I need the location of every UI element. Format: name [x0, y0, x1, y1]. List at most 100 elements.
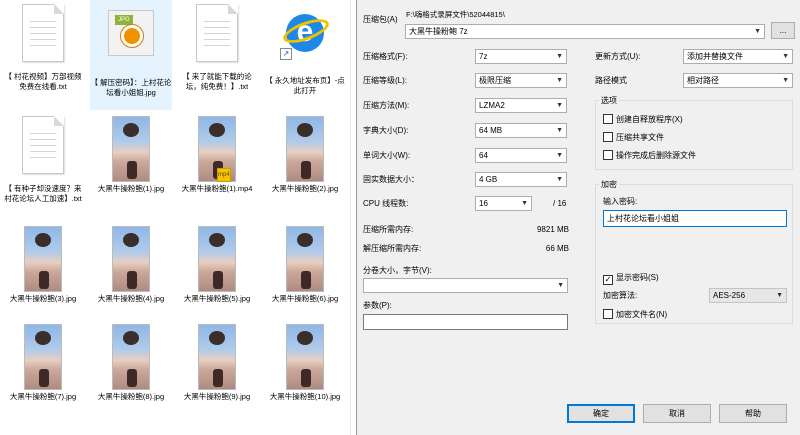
- method-select[interactable]: LZMA2 ▼: [475, 98, 567, 113]
- encrypt-names-checkbox[interactable]: 加密文件名(N): [603, 309, 667, 320]
- file-item[interactable]: JPG 【 解压密码】：上村花论坛看小姐姐.jpg: [90, 0, 172, 110]
- method-label: 压缩方法(M):: [363, 101, 410, 110]
- chevron-down-icon: ▼: [782, 53, 789, 60]
- chevron-down-icon: ▼: [521, 200, 528, 207]
- archive-label: 压缩包(A): [363, 15, 398, 24]
- password-label: 输入密码:: [603, 197, 638, 206]
- cpu-threads-label: CPU 线程数:: [363, 199, 409, 208]
- jpg-file-icon: JPG: [105, 10, 157, 76]
- file-item[interactable]: 大黑牛操粉鲍(5).jpg: [176, 222, 258, 318]
- file-explorer-view: 【 村花视频】万部视频免费在线看.txt JPG 【 解压密码】：上村花论坛看小…: [0, 0, 350, 435]
- file-name: 大黑牛操粉鲍(4).jpg: [97, 294, 165, 303]
- file-name: 【 永久地址发布页】-点此打开: [265, 76, 345, 95]
- split-volume-combo[interactable]: ▼: [363, 278, 568, 293]
- archive-name-value: 大黑牛操粉鲍 7z: [409, 27, 468, 36]
- level-select[interactable]: 极限压缩 ▼: [475, 73, 567, 88]
- chevron-down-icon: ▼: [556, 102, 563, 109]
- checkbox-box: [603, 309, 613, 319]
- image-thumbnail: [105, 324, 157, 390]
- encryption-method-label: 加密算法:: [603, 291, 638, 300]
- word-size-label: 单词大小(W):: [363, 151, 411, 160]
- word-size-select[interactable]: 64 ▼: [475, 148, 567, 163]
- chevron-down-icon: ▼: [556, 53, 563, 60]
- file-item[interactable]: 【 村花视频】万部视频免费在线看.txt: [2, 0, 84, 110]
- file-name: 【 来了就能下载的论坛，纯免费！】.txt: [182, 72, 252, 91]
- file-name: 大黑牛操粉鲍(8).jpg: [97, 392, 165, 401]
- show-password-checkbox[interactable]: ✓ 显示密码(S): [603, 272, 659, 285]
- text-file-icon: [17, 4, 69, 70]
- format-select[interactable]: 7z ▼: [475, 49, 567, 64]
- ok-button[interactable]: 确定: [567, 404, 635, 423]
- decompress-memory-label: 解压缩所需内存:: [363, 244, 422, 253]
- dictionary-label: 字典大小(D):: [363, 126, 409, 135]
- video-badge-icon: mp4: [217, 168, 231, 182]
- compress-shared-checkbox[interactable]: 压缩共享文件: [603, 132, 664, 143]
- add-to-archive-dialog: 压缩包(A) F:\嗨格式录屏文件\52044815\ 大黑牛操粉鲍 7z ▼ .…: [356, 0, 800, 435]
- checkbox-box: [603, 150, 613, 160]
- path-mode-select[interactable]: 相对路径 ▼: [683, 73, 793, 88]
- text-file-icon: [17, 116, 69, 182]
- solid-size-select[interactable]: 4 GB ▼: [475, 172, 567, 187]
- file-item[interactable]: 【 有种子却没速度？来村花论坛人工加速】.txt: [2, 112, 84, 220]
- file-name: 【 村花视频】万部视频免费在线看.txt: [4, 72, 82, 91]
- text-file-icon: [191, 4, 243, 70]
- parameters-input[interactable]: [363, 314, 568, 330]
- file-item[interactable]: 大黑牛操粉鲍(6).jpg: [264, 222, 346, 318]
- file-name: 大黑牛操粉鲍(1).mp4: [181, 184, 253, 193]
- file-item[interactable]: 大黑牛操粉鲍(2).jpg: [264, 112, 346, 220]
- level-label: 压缩等级(L):: [363, 76, 407, 85]
- format-label: 压缩格式(F):: [363, 52, 408, 61]
- file-name: 大黑牛操粉鲍(6).jpg: [271, 294, 339, 303]
- image-thumbnail: [17, 324, 69, 390]
- update-mode-select[interactable]: 添加并替换文件 ▼: [683, 49, 793, 64]
- file-item[interactable]: mp4 大黑牛操粉鲍(1).mp4: [176, 112, 258, 220]
- file-name: 大黑牛操粉鲍(9).jpg: [183, 392, 251, 401]
- solid-size-label: 固实数据大小：: [363, 175, 419, 184]
- help-button[interactable]: 帮助: [719, 404, 787, 423]
- image-thumbnail: [191, 226, 243, 292]
- image-thumbnail: [279, 226, 331, 292]
- image-thumbnail: [191, 324, 243, 390]
- file-name: 大黑牛操粉鲍(5).jpg: [183, 294, 251, 303]
- cancel-button[interactable]: 取消: [643, 404, 711, 423]
- file-item[interactable]: 大黑牛操粉鲍(4).jpg: [90, 222, 172, 318]
- file-item[interactable]: 大黑牛操粉鲍(10).jpg: [264, 320, 346, 416]
- file-item[interactable]: e ↗ 【 永久地址发布页】-点此打开: [264, 0, 346, 110]
- image-thumbnail: [105, 116, 157, 182]
- file-item[interactable]: 大黑牛操粉鲍(9).jpg: [176, 320, 258, 416]
- chevron-down-icon: ▼: [556, 127, 563, 134]
- chevron-down-icon: ▼: [556, 152, 563, 159]
- file-name: 大黑牛操粉鲍(7).jpg: [9, 392, 77, 401]
- checkmark-icon: ✓: [603, 275, 613, 285]
- encryption-title: 加密: [599, 180, 619, 190]
- chevron-down-icon: ▼: [556, 77, 563, 84]
- update-mode-label: 更新方式(U):: [595, 52, 641, 61]
- file-item[interactable]: 大黑牛操粉鲍(8).jpg: [90, 320, 172, 416]
- split-volume-label: 分卷大小，字节(V):: [363, 266, 432, 275]
- delete-after-checkbox[interactable]: 操作完成后删除源文件: [603, 150, 696, 161]
- archive-name-combo[interactable]: 大黑牛操粉鲍 7z ▼: [405, 24, 765, 39]
- dictionary-select[interactable]: 64 MB ▼: [475, 123, 567, 138]
- encryption-method-select[interactable]: AES-256 ▼: [709, 288, 787, 303]
- chevron-down-icon: ▼: [754, 28, 761, 35]
- file-name: 大黑牛操粉鲍(1).jpg: [97, 184, 165, 193]
- file-item[interactable]: 【 来了就能下载的论坛，纯免费！】.txt: [176, 0, 258, 110]
- chevron-down-icon: ▼: [557, 282, 564, 289]
- video-thumbnail: mp4: [191, 116, 243, 182]
- file-name: 大黑牛操粉鲍(3).jpg: [9, 294, 77, 303]
- image-thumbnail: [279, 324, 331, 390]
- image-thumbnail: [279, 116, 331, 182]
- file-name: 大黑牛操粉鲍(10).jpg: [269, 392, 341, 401]
- browse-button[interactable]: ...: [771, 22, 795, 39]
- image-thumbnail: [105, 226, 157, 292]
- password-input[interactable]: 上村花论坛看小姐姐: [603, 210, 787, 227]
- create-sfx-checkbox[interactable]: 创建自释放程序(X): [603, 114, 683, 125]
- chevron-down-icon: ▼: [776, 292, 783, 299]
- file-item[interactable]: 大黑牛操粉鲍(1).jpg: [90, 112, 172, 220]
- checkbox-box: [603, 132, 613, 142]
- cpu-threads-total: / 16: [553, 199, 567, 208]
- cpu-threads-select[interactable]: 16 ▼: [475, 196, 532, 211]
- file-item[interactable]: 大黑牛操粉鲍(3).jpg: [2, 222, 84, 318]
- file-item[interactable]: 大黑牛操粉鲍(7).jpg: [2, 320, 84, 416]
- file-name: 大黑牛操粉鲍(2).jpg: [271, 184, 339, 193]
